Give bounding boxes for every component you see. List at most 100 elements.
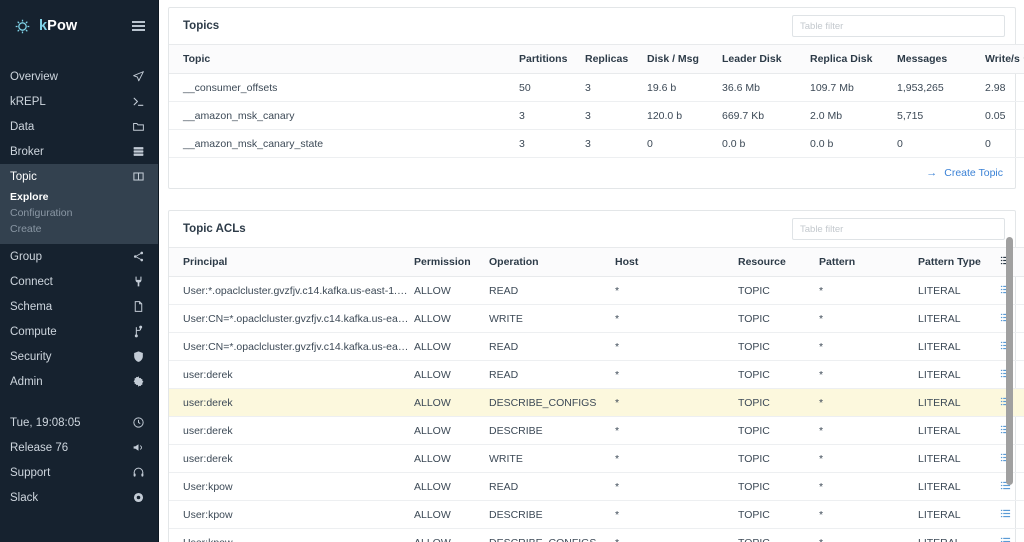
table-row[interactable]: User:kpow ALLOW DESCRIBE * TOPIC * LITER… — [169, 500, 1024, 529]
table-row[interactable]: user:derek ALLOW READ * TOPIC * LITERAL — [169, 360, 1024, 389]
cell-pattern-type: LITERAL — [918, 388, 1000, 417]
cell-pattern: * — [819, 388, 918, 417]
sidebar-item-schema[interactable]: Schema — [0, 294, 158, 319]
cell-partitions: 50 — [519, 73, 585, 102]
row-actions[interactable] — [1000, 500, 1024, 529]
table-row[interactable]: __amazon_msk_canary_state 3 3 0 0.0 b 0.… — [169, 129, 1024, 158]
sidebar-subnav-topic: Explore Configuration Create — [0, 189, 158, 244]
cell-pattern: * — [819, 472, 918, 501]
gear-outline-icon — [14, 18, 31, 35]
cell-messages: 5,715 — [897, 101, 985, 130]
sidebar-item-security[interactable]: Security — [0, 344, 158, 369]
table-row[interactable]: user:derek ALLOW DESCRIBE_CONFIGS * TOPI… — [169, 388, 1024, 417]
sidebar-item-compute[interactable]: Compute — [0, 319, 158, 344]
cell-principal: user:derek — [169, 444, 414, 473]
sidebar-item-admin[interactable]: Admin — [0, 369, 158, 394]
col-leader-disk[interactable]: Leader Disk — [722, 44, 810, 74]
table-row[interactable]: User:kpow ALLOW READ * TOPIC * LITERAL — [169, 472, 1024, 501]
col-topic[interactable]: Topic — [169, 44, 519, 74]
sidebar-clock-label: Tue, 19:08:05 — [10, 416, 81, 429]
cell-operation: READ — [489, 332, 615, 361]
col-resource[interactable]: Resource — [738, 247, 819, 277]
cell-resource: TOPIC — [738, 528, 819, 542]
cell-pattern: * — [819, 528, 918, 542]
col-operation[interactable]: Operation — [489, 247, 615, 277]
col-replica-disk[interactable]: Replica Disk — [810, 44, 897, 74]
hamburger-icon[interactable] — [132, 21, 145, 31]
col-principal[interactable]: Principal — [169, 247, 414, 277]
sidebar-item-broker[interactable]: Broker — [0, 139, 158, 164]
cell-principal: User:kpow — [169, 472, 414, 501]
megaphone-icon — [131, 441, 145, 455]
sidebar-item-clock[interactable]: Tue, 19:08:05 — [0, 410, 158, 435]
cell-operation: WRITE — [489, 304, 615, 333]
cell-resource: TOPIC — [738, 444, 819, 473]
topics-header-row: Topic Partitions Replicas Disk / Msg Lea… — [169, 44, 1024, 74]
sidebar-nav: Overview kREPL Data Broker Topic Explore… — [0, 64, 158, 510]
col-writes-label: Write/s — [985, 53, 1020, 65]
paper-plane-icon — [131, 70, 145, 84]
acls-table-body: User:*.opaclcluster.gvzfjv.c14.kafka.us-… — [169, 276, 1024, 542]
col-permission[interactable]: Permission — [414, 247, 489, 277]
cell-permission: ALLOW — [414, 472, 489, 501]
cell-operation: DESCRIBE_CONFIGS — [489, 528, 615, 542]
topics-card-header: Topics — [169, 8, 1015, 44]
table-row[interactable]: User:*.opaclcluster.gvzfjv.c14.kafka.us-… — [169, 276, 1024, 305]
cell-writes: 2.98 — [985, 73, 1024, 102]
topics-filter-input[interactable] — [792, 15, 1005, 37]
cell-pattern-type: LITERAL — [918, 444, 1000, 473]
sidebar-item-slack[interactable]: Slack — [0, 485, 158, 510]
sidebar-item-label: Connect — [10, 275, 53, 288]
acls-table-scrollbar[interactable] — [1006, 237, 1013, 485]
brand[interactable]: kPow — [0, 7, 158, 45]
cell-permission: ALLOW — [414, 360, 489, 389]
create-topic-link[interactable]: → Create Topic — [926, 167, 1003, 179]
col-pattern[interactable]: Pattern — [819, 247, 918, 277]
table-row[interactable]: user:derek ALLOW DESCRIBE * TOPIC * LITE… — [169, 416, 1024, 445]
cell-replicas: 3 — [585, 129, 647, 158]
table-row[interactable]: __amazon_msk_canary 3 3 120.0 b 669.7 Kb… — [169, 101, 1024, 130]
sidebar-item-topic-create[interactable]: Create — [10, 221, 158, 237]
row-actions[interactable] — [1000, 528, 1024, 542]
sidebar-item-release[interactable]: Release 76 — [0, 435, 158, 460]
sidebar-item-topic-configuration[interactable]: Configuration — [10, 205, 158, 221]
cell-pattern-type: LITERAL — [918, 416, 1000, 445]
cell-principal: user:derek — [169, 360, 414, 389]
sidebar-item-overview[interactable]: Overview — [0, 64, 158, 89]
cell-operation: READ — [489, 360, 615, 389]
brand-k: k — [39, 18, 48, 34]
shield-icon — [131, 350, 145, 364]
cell-principal: User:kpow — [169, 500, 414, 529]
acls-card-header: Topic ACLs — [169, 211, 1015, 247]
sidebar-item-krepl[interactable]: kREPL — [0, 89, 158, 114]
cell-resource: TOPIC — [738, 332, 819, 361]
table-row[interactable]: __consumer_offsets 50 3 19.6 b 36.6 Mb 1… — [169, 73, 1024, 102]
cell-messages: 0 — [897, 129, 985, 158]
cell-partitions: 3 — [519, 129, 585, 158]
sidebar-item-support[interactable]: Support — [0, 460, 158, 485]
col-host[interactable]: Host — [615, 247, 738, 277]
col-partitions[interactable]: Partitions — [519, 44, 585, 74]
col-disk-per-msg[interactable]: Disk / Msg — [647, 44, 722, 74]
sidebar-release-label: Release 76 — [10, 441, 69, 454]
col-messages[interactable]: Messages — [897, 44, 985, 74]
sidebar-item-topic[interactable]: Topic — [0, 164, 158, 189]
sidebar-item-group[interactable]: Group — [0, 244, 158, 269]
table-row[interactable]: user:derek ALLOW WRITE * TOPIC * LITERAL — [169, 444, 1024, 473]
cell-pattern: * — [819, 444, 918, 473]
sidebar-item-label: Schema — [10, 300, 53, 313]
table-row[interactable]: User:CN=*.opaclcluster.gvzfjv.c14.kafka.… — [169, 304, 1024, 333]
sidebar-item-connect[interactable]: Connect — [0, 269, 158, 294]
col-writes-sorted[interactable]: Write/s▾ — [985, 44, 1024, 74]
acls-filter-input[interactable] — [792, 218, 1005, 240]
topics-card: Topics Topic Partitions Replicas Disk / … — [168, 7, 1024, 189]
col-pattern-type[interactable]: Pattern Type — [918, 247, 1000, 277]
table-row[interactable]: User:kpow ALLOW DESCRIBE_CONFIGS * TOPIC… — [169, 528, 1024, 542]
table-row[interactable]: User:CN=*.opaclcluster.gvzfjv.c14.kafka.… — [169, 332, 1024, 361]
acls-header-row: Principal Permission Operation Host Reso… — [169, 247, 1024, 277]
sidebar-item-data[interactable]: Data — [0, 114, 158, 139]
cell-principal: User:*.opaclcluster.gvzfjv.c14.kafka.us-… — [169, 276, 414, 305]
sidebar-item-topic-explore[interactable]: Explore — [10, 189, 158, 205]
col-replicas[interactable]: Replicas — [585, 44, 647, 74]
plug-icon — [131, 275, 145, 289]
